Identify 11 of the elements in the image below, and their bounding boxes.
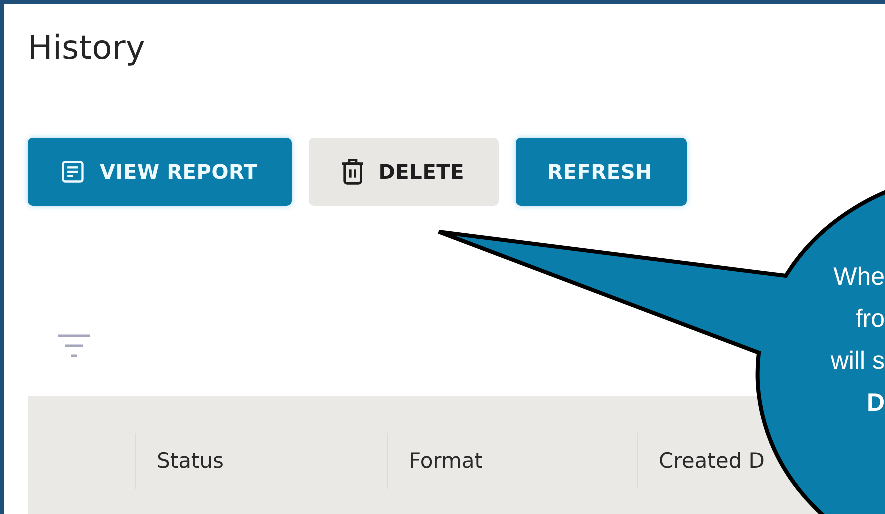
column-header[interactable]: Status	[157, 449, 224, 474]
document-icon	[60, 159, 86, 185]
trash-icon	[340, 158, 365, 186]
column-header[interactable]: Created D	[659, 449, 765, 474]
toolbar-button[interactable]: DELETE	[308, 138, 499, 206]
filter-icon[interactable]	[58, 334, 90, 358]
callout-text: Whe fro will s D	[830, 262, 885, 419]
column-header[interactable]: Format	[409, 449, 484, 474]
toolbar-button[interactable]: VIEW REPORT	[28, 138, 292, 206]
page-title: History	[28, 27, 146, 69]
toolbar-button[interactable]: REFRESH	[516, 138, 687, 206]
